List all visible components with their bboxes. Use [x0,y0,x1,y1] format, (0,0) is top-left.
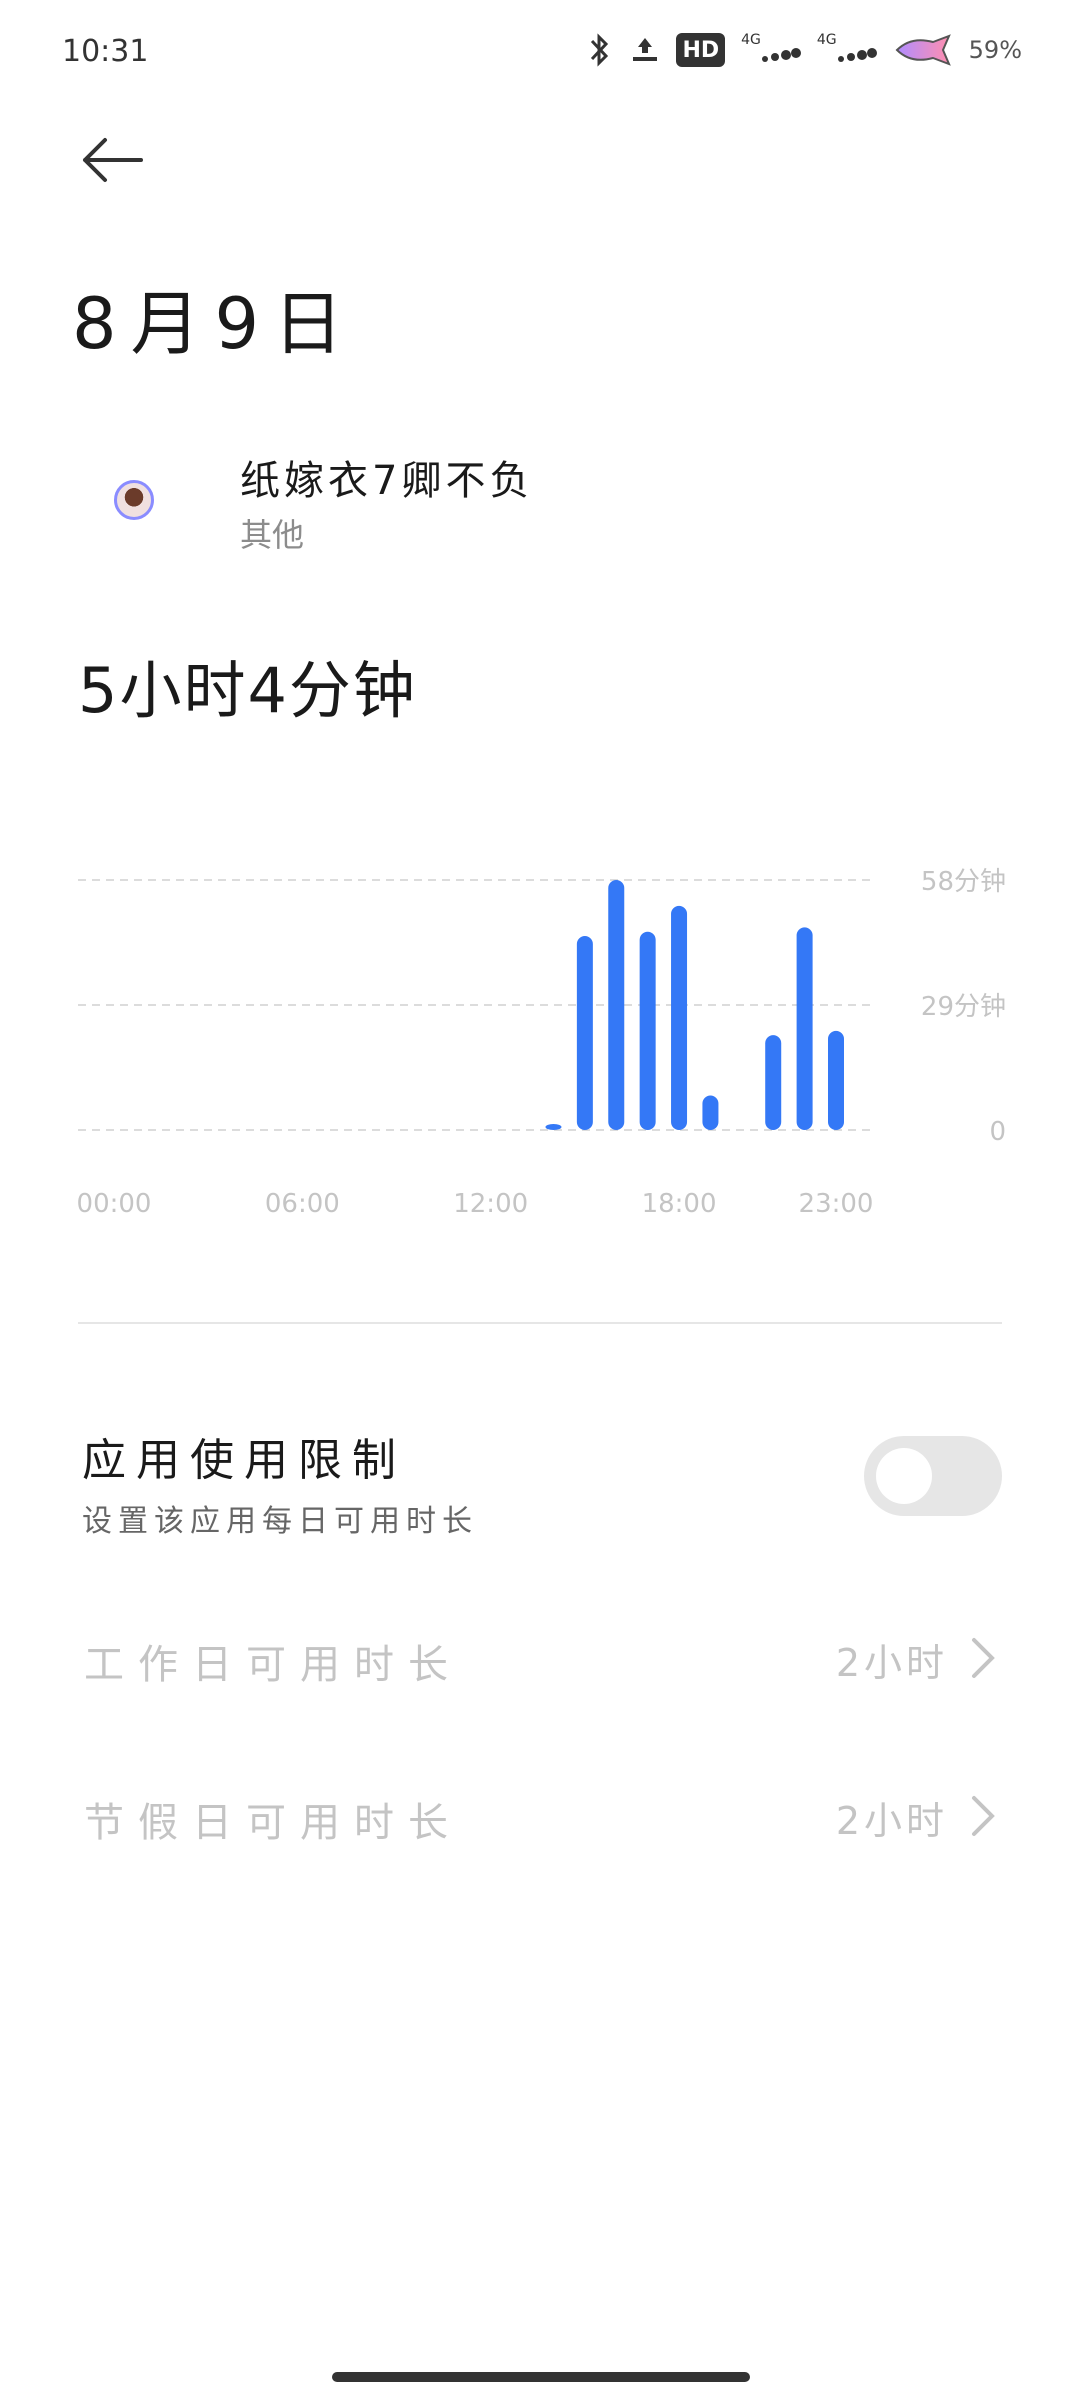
limit-title: 应用使用限制 [82,1435,406,1486]
app-icon [114,480,154,520]
total-usage-time: 5小时4分钟 [78,654,417,727]
setting-value: 2小时 [835,1799,948,1843]
status-bar: 10:31 HD 4G 4G 59% [0,0,1080,100]
home-indicator[interactable] [332,2372,750,2382]
workday-limit-row[interactable]: 工作日可用时长 2小时 [78,1612,1002,1702]
holiday-limit-row[interactable]: 节假日可用时长 2小时 [78,1770,1002,1860]
back-arrow-icon [83,138,143,182]
network-type-label: 4G [816,32,837,48]
bar [576,936,593,1130]
y-tick-label: 29分钟 [921,992,1006,1022]
bar [545,1124,562,1130]
app-name: 纸嫁衣7卿不负 [240,458,534,504]
bar [639,931,656,1130]
bar [702,1095,719,1130]
x-tick-label: 18:00 [642,1189,717,1219]
vpn-key-icon [630,30,660,70]
x-tick-label: 12:00 [453,1189,528,1219]
usage-chart: 58分钟 29分钟 0 00:00 06:00 12:00 18:00 23:00 [77,867,1006,1219]
hd-voice-icon: HD [676,33,726,67]
x-tick-label: 00:00 [77,1189,152,1219]
x-tick-label: 06:00 [265,1189,340,1219]
status-time: 10:31 [62,34,149,69]
bluetooth-icon [586,30,614,70]
bar [671,905,688,1130]
divider [78,1322,1002,1324]
limit-toggle[interactable] [864,1436,1002,1516]
limit-subtitle: 设置该应用每日可用时长 [82,1504,478,1539]
app-category: 其他 [240,516,305,554]
status-icons: HD 4G 4G 59% [586,28,1022,72]
y-tick-label: 0 [989,1117,1006,1147]
toggle-knob [876,1448,932,1504]
setting-value: 2小时 [835,1641,948,1685]
screen: 10:31 HD 4G 4G 59% 8月9日 纸嫁衣7卿不负 其他 5小时4分… [0,0,1080,2400]
network-type-label: 4G [741,32,761,48]
signal-icon: 4G [741,30,801,70]
bar [765,1035,782,1130]
y-tick-label: 58分钟 [921,867,1006,897]
battery-icon [893,30,953,70]
bar [608,880,625,1130]
battery-percent: 59% [968,36,1022,64]
x-tick-label: 23:00 [799,1189,874,1219]
setting-label: 工作日可用时长 [84,1642,462,1688]
bar [796,927,813,1130]
signal-icon: 4G [817,30,877,70]
hd-label: HD [682,37,720,63]
setting-label: 节假日可用时长 [84,1800,462,1846]
bar [828,1030,844,1130]
page-title: 8月9日 [72,283,358,365]
chevron-right-icon [972,1796,995,1836]
back-button[interactable] [72,120,152,200]
chevron-right-icon [972,1638,995,1678]
